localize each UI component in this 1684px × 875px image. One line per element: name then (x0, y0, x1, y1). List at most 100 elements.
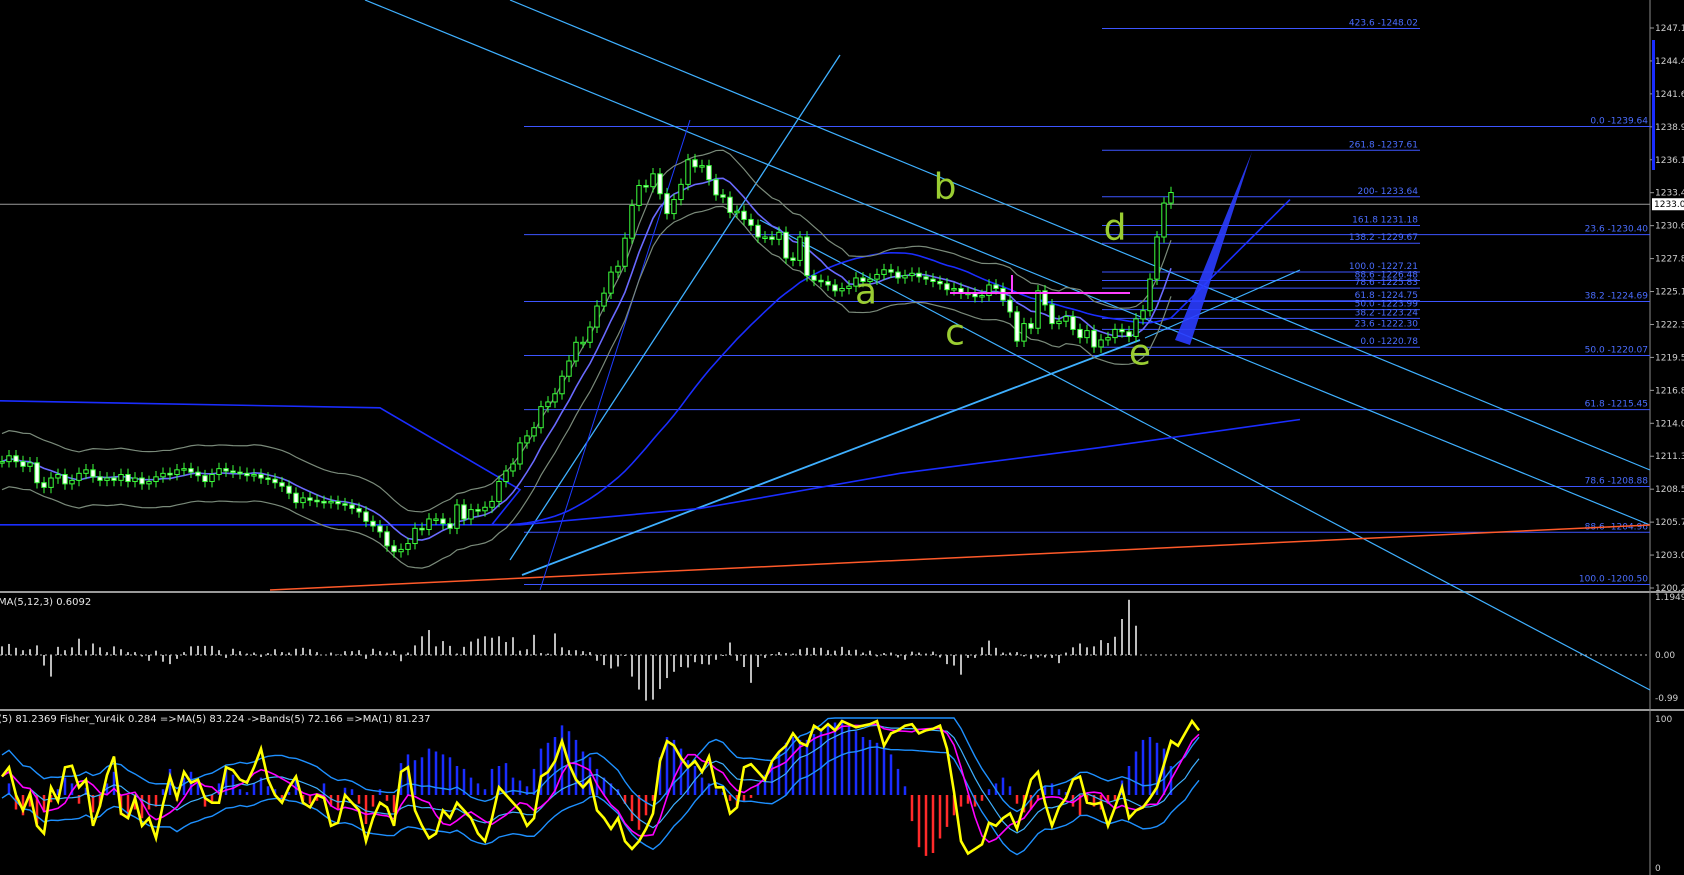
candle-body (664, 193, 670, 215)
candle-body (321, 500, 327, 504)
candle-body (909, 272, 915, 277)
candle-body (685, 159, 691, 185)
candle-body (1063, 316, 1069, 322)
candle-body (1014, 311, 1020, 342)
fisher-axis-label: 0 (1655, 864, 1661, 874)
candle-body (83, 469, 89, 474)
candle-body (706, 165, 712, 181)
candle-body (314, 499, 320, 503)
candle-body (412, 527, 418, 545)
candle-body (139, 477, 145, 485)
candle-body (657, 173, 663, 195)
candle-body (720, 194, 726, 198)
fibo-level-label: 100.0 -1200.50 (1579, 574, 1648, 584)
candle-body (195, 471, 201, 477)
fibo-level-label: 0.0 -1239.64 (1590, 117, 1648, 127)
candle-body (349, 504, 355, 509)
candle-body (825, 280, 831, 286)
candle-body (405, 543, 411, 550)
candle-body (804, 236, 810, 277)
candle-body (699, 165, 705, 168)
axis-tick-label: 1203.0 (1655, 551, 1684, 561)
candle-body (1091, 330, 1097, 348)
candle-body (608, 271, 614, 294)
candle-body (342, 503, 348, 506)
candle-body (1049, 304, 1055, 325)
fisher-axis-label: 100 (1655, 715, 1672, 725)
fibo-level-label: 61.8 -1215.45 (1585, 400, 1648, 410)
candle-body (69, 479, 75, 485)
axis-tick-label: 1233.4 (1655, 189, 1684, 199)
candle-body (202, 475, 208, 483)
axis-tick-label: 1205.7 (1655, 518, 1684, 528)
candle-body (993, 284, 999, 289)
candle-body (181, 468, 187, 471)
candle-body (1112, 328, 1118, 339)
candle-body (6, 455, 12, 463)
candle-body (839, 287, 845, 292)
candle-body (748, 218, 754, 226)
candle-body (573, 341, 579, 362)
candle-body (230, 470, 236, 473)
candle-body (615, 265, 621, 273)
fibo-extension-label: 161.8 1231.18 (1352, 216, 1418, 226)
candle-body (741, 210, 747, 220)
candle-body (272, 478, 278, 484)
candle-body (1077, 328, 1083, 339)
candle-body (762, 236, 768, 239)
candle-body (1007, 299, 1013, 313)
candle-body (643, 185, 649, 188)
candle-body (979, 295, 985, 298)
candle-body (356, 507, 362, 513)
candle-body (48, 477, 54, 488)
candle-body (363, 511, 369, 522)
axis-tick-label: 1236.1 (1655, 156, 1684, 166)
candle-body (111, 477, 117, 481)
fibo-extension-label: 138.2 -1229.67 (1349, 233, 1418, 243)
candle-body (384, 531, 390, 547)
candle-body (1161, 202, 1167, 238)
candle-body (776, 231, 782, 240)
candle-body (76, 472, 82, 481)
candle-body (580, 341, 586, 345)
candle-body (468, 509, 474, 520)
candle-body (1147, 278, 1153, 312)
candle-body (440, 518, 446, 525)
candle-body (496, 481, 502, 502)
candle-body (13, 455, 19, 463)
candle-body (930, 278, 936, 282)
macd-axis-label: -0.99 (1655, 694, 1679, 704)
candle-body (566, 360, 572, 377)
wave-label: c (945, 313, 965, 354)
candle-body (727, 196, 733, 213)
candle-body (1000, 287, 1006, 301)
candle-body (629, 204, 635, 239)
fisher-panel-title: (5) 81.2369 Fisher_Yur4ik 0.284 =>MA(5) … (0, 714, 431, 725)
fibo-extension-label: 200- 1233.64 (1357, 187, 1418, 197)
candle-body (937, 280, 943, 285)
candle-body (398, 548, 404, 553)
candle-body (97, 476, 103, 481)
candle-body (209, 474, 215, 483)
candle-body (545, 401, 551, 408)
candle-body (797, 236, 803, 261)
fibo-extension-label: 38.2 -1223.24 (1355, 308, 1419, 318)
axis-tick-label: 1200.2 (1655, 584, 1684, 594)
candle-body (755, 224, 761, 238)
candle-body (223, 468, 229, 472)
candle-body (370, 520, 376, 527)
wave-label: d (1104, 207, 1127, 248)
fibo-extension-label: 23.6 -1222.30 (1355, 319, 1419, 329)
candle-body (419, 527, 425, 531)
candle-body (622, 237, 628, 267)
candle-body (1105, 337, 1111, 341)
candle-body (90, 469, 96, 478)
candle-body (447, 523, 453, 529)
fibo-extension-label: 0.0 -1220.78 (1360, 337, 1418, 347)
candle-body (188, 468, 194, 473)
candle-body (636, 185, 642, 206)
macd-axis-label: 1.1949 (1655, 593, 1684, 603)
candle-body (951, 287, 957, 291)
candle-body (1084, 330, 1090, 339)
axis-tick-label: 1222.3 (1655, 320, 1684, 330)
